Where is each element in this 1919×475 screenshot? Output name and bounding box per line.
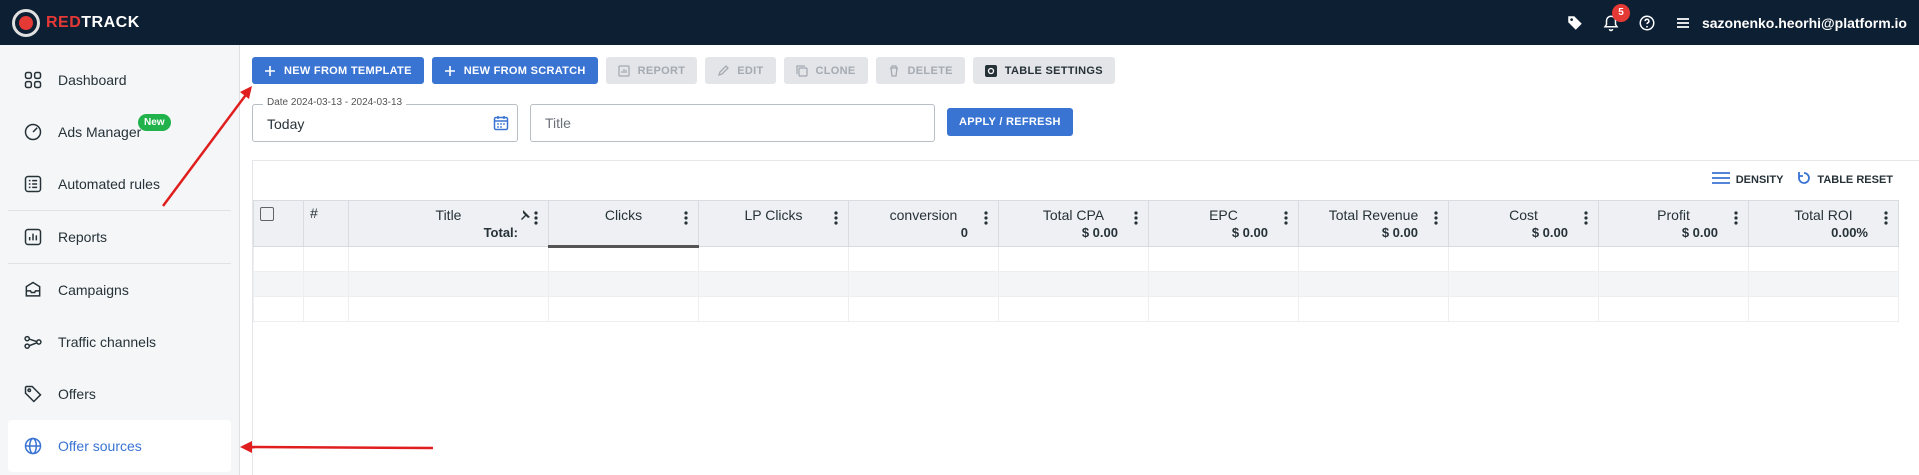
redtrack-logo-icon <box>12 8 40 37</box>
table-row <box>253 296 1899 322</box>
column-header-conversion[interactable]: conversion 0 <box>848 200 999 247</box>
brand-logo[interactable]: REDTRACK <box>12 8 140 37</box>
sidebar-item-ads-manager[interactable]: Ads Manager New <box>0 106 239 158</box>
column-header-clicks[interactable]: Clicks <box>548 200 699 248</box>
globe-icon <box>22 435 44 457</box>
new-from-template-button[interactable]: NEW FROM TEMPLATE <box>252 57 424 84</box>
sidebar-item-dashboard[interactable]: Dashboard <box>0 54 239 106</box>
delete-button[interactable]: DELETE <box>875 57 965 84</box>
title-search-input[interactable] <box>530 104 935 142</box>
tag-icon <box>22 383 44 405</box>
select-all-header <box>253 200 304 247</box>
column-header-profit[interactable]: Profit $ 0.00 <box>1598 200 1749 247</box>
inbox-icon <box>22 279 44 301</box>
table-row <box>253 246 1899 272</box>
date-range-value: Today <box>267 116 305 132</box>
apply-refresh-button[interactable]: APPLY / REFRESH <box>947 108 1073 136</box>
report-button[interactable]: REPORT <box>605 57 698 84</box>
select-all-checkbox[interactable] <box>260 207 274 221</box>
column-header-total-cpa[interactable]: Total CPA $ 0.00 <box>998 200 1149 247</box>
calendar-icon[interactable] <box>493 115 509 136</box>
help-icon[interactable] <box>1638 14 1656 32</box>
column-header-title[interactable]: Title Total: <box>348 200 549 247</box>
column-menu-icon[interactable] <box>1584 211 1588 228</box>
grid-icon <box>22 69 44 91</box>
reset-icon <box>1797 171 1811 188</box>
sidebar-item-label: Offers <box>58 386 96 402</box>
sidebar-item-offer-sources[interactable]: Offer sources <box>8 420 231 472</box>
sidebar-item-automated-rules[interactable]: Automated rules <box>0 158 239 210</box>
sidebar-item-label: Campaigns <box>58 282 129 298</box>
tag-icon[interactable] <box>1566 14 1584 32</box>
table-settings-button[interactable]: TABLE SETTINGS <box>972 57 1115 84</box>
sidebar-item-label: Dashboard <box>58 72 127 88</box>
plus-icon <box>444 65 456 77</box>
sidebar-item-campaigns[interactable]: Campaigns <box>0 264 239 316</box>
sidebar-item-label: Ads Manager <box>58 124 142 140</box>
column-menu-icon[interactable] <box>1284 211 1288 228</box>
pencil-icon <box>717 64 730 77</box>
new-from-scratch-button[interactable]: NEW FROM SCRATCH <box>431 57 598 84</box>
table-row <box>253 271 1899 297</box>
sidebar-item-label: Reports <box>58 229 108 245</box>
notification-count-badge: 5 <box>1611 3 1630 22</box>
user-email[interactable]: sazonenko.heorhi@platform.io <box>1702 15 1907 31</box>
report-icon <box>617 64 630 77</box>
data-table: # Title Total: Clicks LP Clicks conversi… <box>253 200 1899 322</box>
column-header-lp-clicks[interactable]: LP Clicks <box>698 200 849 247</box>
gear-icon <box>984 64 997 77</box>
pin-icon[interactable] <box>520 207 530 223</box>
column-header-total-revenue[interactable]: Total Revenue $ 0.00 <box>1298 200 1449 247</box>
edit-button[interactable]: EDIT <box>705 57 776 84</box>
trash-icon <box>888 64 900 77</box>
column-menu-icon[interactable] <box>1434 211 1438 228</box>
column-menu-icon[interactable] <box>984 211 988 228</box>
share-nodes-icon <box>22 331 44 353</box>
gauge-icon <box>22 121 44 143</box>
new-badge: New <box>138 114 171 131</box>
date-range-field[interactable]: Date 2024-03-13 - 2024-03-13 Today <box>252 97 518 142</box>
column-menu-icon[interactable] <box>1734 211 1738 228</box>
date-range-label: Date 2024-03-13 - 2024-03-13 <box>263 97 407 108</box>
menu-icon[interactable] <box>1674 14 1692 32</box>
column-header-total-roi[interactable]: Total ROI 0.00% <box>1748 200 1899 247</box>
table-reset-button[interactable]: TABLE RESET <box>1797 171 1893 188</box>
sidebar: Dashboard Ads Manager New Automated rule… <box>0 45 240 475</box>
column-header-number[interactable]: # <box>303 200 349 247</box>
column-menu-icon[interactable] <box>534 211 538 228</box>
bell-icon[interactable]: 5 <box>1602 3 1630 32</box>
plus-icon <box>264 65 276 77</box>
column-menu-icon[interactable] <box>1134 211 1138 228</box>
clone-button[interactable]: CLONE <box>783 57 868 84</box>
bar-chart-icon <box>22 226 44 248</box>
top-bar: REDTRACK 5 sazonenko.heorhi@platform.io <box>0 0 1919 45</box>
sidebar-item-reports[interactable]: Reports <box>0 211 239 263</box>
sidebar-item-label: Offer sources <box>58 438 142 454</box>
column-header-epc[interactable]: EPC $ 0.00 <box>1148 200 1299 247</box>
list-icon <box>22 173 44 195</box>
data-table-panel: DENSITY TABLE RESET # Title Total: Click… <box>252 160 1919 475</box>
sidebar-item-traffic-channels[interactable]: Traffic channels <box>0 316 239 368</box>
copy-icon <box>795 64 808 77</box>
column-menu-icon[interactable] <box>1884 211 1888 228</box>
toolbar: NEW FROM TEMPLATE NEW FROM SCRATCH REPOR… <box>252 57 1115 84</box>
table-header-row: # Title Total: Clicks LP Clicks conversi… <box>253 200 1899 248</box>
column-menu-icon[interactable] <box>834 211 838 228</box>
sidebar-item-label: Traffic channels <box>58 334 157 350</box>
density-icon <box>1711 172 1730 187</box>
sidebar-item-offers[interactable]: Offers <box>0 368 239 420</box>
density-button[interactable]: DENSITY <box>1711 171 1783 188</box>
column-menu-icon[interactable] <box>684 211 688 228</box>
sidebar-item-label: Automated rules <box>58 176 160 192</box>
column-header-cost[interactable]: Cost $ 0.00 <box>1448 200 1599 247</box>
brand-name: REDTRACK <box>46 13 140 31</box>
